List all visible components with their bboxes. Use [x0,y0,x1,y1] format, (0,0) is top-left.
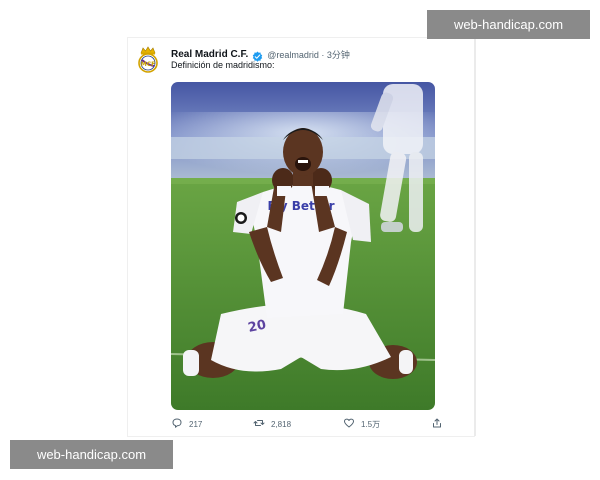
tweet-actions: 217 2,818 1.5万 [171,417,453,433]
verified-badge-icon [252,49,263,62]
author-handle-time[interactable]: @realmadrid · 3分钟 [267,48,350,61]
real-madrid-crest-icon[interactable]: MCF [136,46,160,74]
author-name[interactable]: Real Madrid C.F. [171,49,248,60]
tweet-text: Definición de madridismo: [171,60,275,70]
watermark-bottom: web-handicap.com [10,440,173,469]
heart-icon [343,417,355,431]
reply-icon [171,417,183,431]
reply-button[interactable]: 217 [171,417,202,431]
retweet-icon [253,417,265,431]
like-count: 1.5万 [361,419,381,429]
tweet-card[interactable]: MCF Real Madrid C.F. @realmadrid · 3分钟 D… [128,38,476,436]
retweet-count: 2,818 [271,419,292,429]
like-button[interactable]: 1.5万 [343,417,380,431]
share-button[interactable] [431,417,443,431]
reply-count: 217 [189,419,203,429]
svg-text:MCF: MCF [141,61,155,68]
share-icon [431,417,443,431]
retweet-button[interactable]: 2,818 [253,417,291,431]
watermark-top: web-handicap.com [427,10,590,39]
tweet-photo[interactable]: 20 Fly Better [171,82,435,410]
